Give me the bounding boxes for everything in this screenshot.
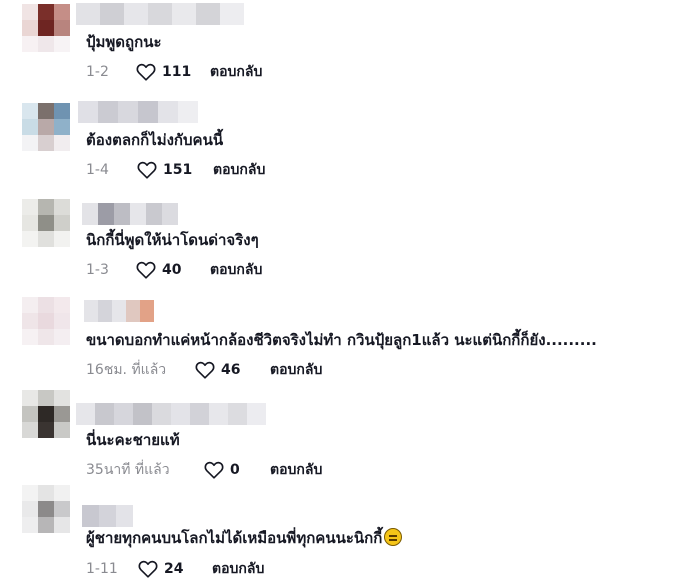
like-count: 151 (163, 162, 193, 178)
comment-text: ขนาดบอกทำแค่หน้ากล้องชีวิตจริงไม่ทำ กวิน… (86, 330, 597, 350)
reply-button[interactable]: ตอบกลับ (270, 359, 322, 381)
like-button[interactable]: 46 (195, 359, 240, 381)
comment-date: 16ชม. ที่แล้ว (86, 362, 167, 378)
avatar[interactable] (22, 199, 70, 247)
reply-button[interactable]: ตอบกลับ (212, 558, 264, 580)
comment-text-content: ขนาดบอกทำแค่หน้ากล้องชีวิตจริงไม่ทำ กวิน… (86, 331, 597, 349)
like-button[interactable]: 111 (136, 61, 191, 83)
heart-outline-icon (136, 63, 156, 81)
comment-text: ปุ้มพูดถูกนะ (86, 32, 162, 52)
comment-text-content: นี่นะคะชายแท้ (86, 431, 180, 449)
comment-text-content: ผู้ชายทุกคนบนโลกไม่ได้เหมือนพี่ทุกคนนะนิ… (86, 529, 383, 547)
username-blurred[interactable] (76, 3, 244, 25)
heart-outline-icon (136, 261, 156, 279)
username-blurred[interactable] (82, 203, 178, 225)
like-button[interactable]: 24 (138, 558, 183, 580)
reply-button[interactable]: ตอบกลับ (210, 61, 262, 83)
username-blurred[interactable] (84, 300, 154, 322)
comment-date: 35นาที ที่แล้ว (86, 462, 170, 478)
comment-text: นี่นะคะชายแท้ (86, 430, 180, 450)
like-count: 24 (164, 561, 184, 577)
avatar[interactable] (22, 4, 70, 52)
like-count: 0 (230, 462, 240, 478)
avatar[interactable] (22, 297, 70, 345)
like-button[interactable]: 0 (204, 459, 240, 481)
like-button[interactable]: 40 (136, 259, 181, 281)
heart-outline-icon (195, 361, 215, 379)
comment-date: 1-2 (86, 64, 109, 80)
comment-text-content: ต้องตลกก็ไม่งกับคนนี้ (86, 131, 224, 149)
like-count: 46 (221, 362, 241, 378)
comment-text: นิกกี้นี่พูดให้น่าโดนด่าจริงๆ (86, 230, 259, 250)
heart-outline-icon (137, 161, 157, 179)
username-blurred[interactable] (78, 101, 198, 123)
username-blurred[interactable] (82, 505, 133, 527)
heart-outline-icon (204, 461, 224, 479)
reply-button[interactable]: ตอบกลับ (210, 259, 262, 281)
avatar[interactable] (22, 390, 70, 438)
comment-text: ผู้ชายทุกคนบนโลกไม่ได้เหมือนพี่ทุกคนนะนิ… (86, 528, 403, 548)
like-button[interactable]: 151 (137, 159, 192, 181)
username-blurred[interactable] (76, 403, 266, 425)
comment-text: ต้องตลกก็ไม่งกับคนนี้ (86, 130, 223, 150)
heart-outline-icon (138, 560, 158, 578)
like-count: 40 (162, 262, 182, 278)
avatar[interactable] (22, 103, 70, 151)
expressionless-face-emoji-icon (384, 528, 403, 546)
comment-date: 1-4 (86, 162, 109, 178)
like-count: 111 (162, 64, 192, 80)
reply-button[interactable]: ตอบกลับ (270, 459, 322, 481)
comment-date: 1-3 (86, 262, 109, 278)
comment-text-content: ปุ้มพูดถูกนะ (86, 33, 162, 51)
comment-text-content: นิกกี้นี่พูดให้น่าโดนด่าจริงๆ (86, 231, 259, 249)
reply-button[interactable]: ตอบกลับ (213, 159, 265, 181)
avatar[interactable] (22, 485, 70, 533)
comment-date: 1-11 (86, 561, 118, 577)
